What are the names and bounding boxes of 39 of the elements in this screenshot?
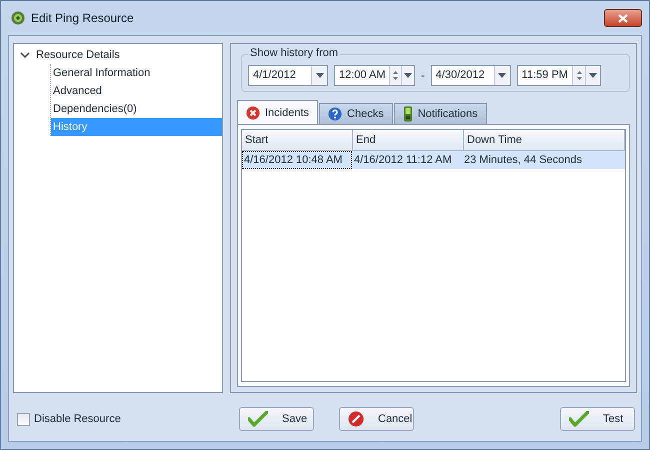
dialog-button[interactable]: Save bbox=[239, 407, 314, 431]
tab[interactable]: Notifications bbox=[394, 103, 487, 124]
close-icon bbox=[618, 14, 628, 22]
table-cell-text: 4/16/2012 11:12 AM bbox=[353, 153, 453, 168]
date-field[interactable]: 4/1/2012 bbox=[248, 65, 328, 86]
column-header[interactable]: Start bbox=[242, 130, 353, 150]
column-header[interactable]: Down Time bbox=[464, 130, 625, 150]
tree-item[interactable]: Dependencies(0) bbox=[51, 100, 222, 118]
range-separator: - bbox=[421, 70, 425, 82]
checkbox[interactable] bbox=[17, 412, 30, 426]
table-cell: 4/16/2012 10:48 AM bbox=[242, 151, 352, 169]
dropdown-arrow-icon[interactable] bbox=[498, 73, 506, 78]
tab[interactable]: Checks bbox=[319, 103, 393, 124]
phone-icon bbox=[402, 106, 413, 122]
table-row[interactable]: 4/16/2012 10:48 AM 4/16/2012 11:12 AM 23 Minutes, 44 Seconds bbox=[242, 151, 625, 169]
tree-item[interactable]: General Information bbox=[51, 64, 222, 82]
group-label: Show history from bbox=[248, 47, 340, 59]
tree-node[interactable]: Resource Details bbox=[34, 48, 122, 62]
cancel-icon bbox=[348, 411, 364, 427]
window-title: Edit Ping Resource bbox=[31, 11, 134, 25]
error-icon bbox=[246, 106, 260, 120]
time-field[interactable]: 12:00 AM bbox=[334, 65, 415, 86]
dialog-button[interactable]: Cancel bbox=[339, 407, 414, 431]
dropdown-arrow-icon[interactable] bbox=[316, 73, 324, 78]
dropdown-arrow-icon[interactable] bbox=[404, 73, 412, 78]
table-cell-text: 23 Minutes, 44 Seconds bbox=[463, 153, 584, 168]
date-field[interactable]: 4/30/2012 bbox=[430, 65, 511, 86]
close-button[interactable] bbox=[604, 9, 642, 27]
checkmark-icon bbox=[569, 411, 589, 427]
checkmark-icon bbox=[248, 411, 268, 427]
tab[interactable]: Incidents bbox=[237, 100, 318, 124]
dialog-button[interactable]: Test bbox=[560, 407, 635, 431]
spinner-icon[interactable] bbox=[576, 69, 583, 82]
time-field[interactable]: 11:59 PM bbox=[516, 65, 601, 86]
column-header[interactable]: End bbox=[353, 130, 464, 150]
dropdown-arrow-icon[interactable] bbox=[589, 73, 598, 78]
help-icon bbox=[328, 107, 342, 121]
checkbox-label[interactable]: Disable Resource bbox=[34, 413, 121, 425]
tree-item[interactable]: Advanced bbox=[51, 82, 222, 100]
